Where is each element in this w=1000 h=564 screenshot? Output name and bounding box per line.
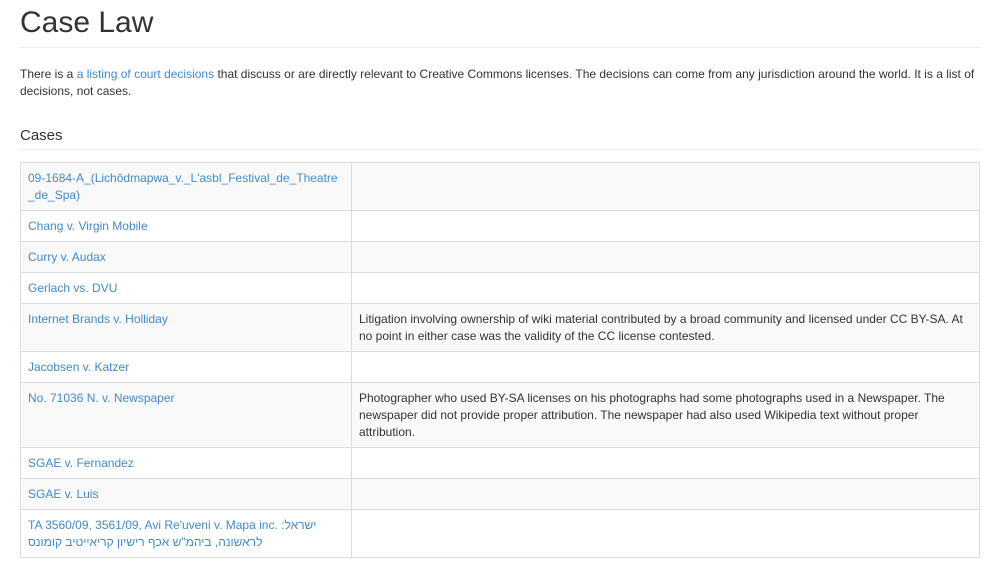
- case-name-cell: No. 71036 N. v. Newspaper: [20, 382, 352, 448]
- case-description-cell: [351, 241, 980, 273]
- table-row: TA 3560/09, 3561/09, Avi Re'uveni v. Map…: [20, 509, 980, 558]
- case-name-cell: TA 3560/09, 3561/09, Avi Re'uveni v. Map…: [20, 509, 352, 558]
- case-name-cell: 09-1684-A_(Lichôdmapwa_v._L'asbl_Festiva…: [20, 162, 352, 211]
- case-name-cell: Internet Brands v. Holliday: [20, 303, 352, 352]
- case-link[interactable]: 09-1684-A_(Lichôdmapwa_v._L'asbl_Festiva…: [28, 171, 338, 202]
- case-link[interactable]: SGAE v. Luis: [28, 487, 98, 501]
- case-link[interactable]: Curry v. Audax: [28, 250, 106, 264]
- case-description-cell: [351, 210, 980, 242]
- case-link[interactable]: Internet Brands v. Holliday: [28, 312, 168, 326]
- intro-text-before: There is a: [20, 67, 77, 81]
- table-row: Internet Brands v. Holliday Litigation i…: [20, 303, 980, 352]
- case-description-cell: Litigation involving ownership of wiki m…: [351, 303, 980, 352]
- case-description-cell: [351, 447, 980, 479]
- table-row: SGAE v. Fernandez: [20, 447, 980, 479]
- table-row: Curry v. Audax: [20, 241, 980, 273]
- table-row: SGAE v. Luis: [20, 478, 980, 510]
- case-description-cell: [351, 509, 980, 558]
- table-row: 09-1684-A_(Lichôdmapwa_v._L'asbl_Festiva…: [20, 162, 980, 211]
- case-link[interactable]: SGAE v. Fernandez: [28, 456, 134, 470]
- case-name-cell: Curry v. Audax: [20, 241, 352, 273]
- case-link[interactable]: Gerlach vs. DVU: [28, 281, 117, 295]
- court-decisions-link[interactable]: a listing of court decisions: [77, 67, 214, 81]
- case-description-cell: [351, 162, 980, 211]
- table-row: Chang v. Virgin Mobile: [20, 210, 980, 242]
- table-row: Gerlach vs. DVU: [20, 272, 980, 304]
- case-name-cell: Chang v. Virgin Mobile: [20, 210, 352, 242]
- case-link[interactable]: Jacobsen v. Katzer: [28, 360, 129, 374]
- case-name-cell: SGAE v. Luis: [20, 478, 352, 510]
- case-description-cell: Photographer who used BY-SA licenses on …: [351, 382, 980, 448]
- page: Case Law There is a a listing of court d…: [0, 0, 1000, 564]
- table-row: Jacobsen v. Katzer: [20, 351, 980, 383]
- case-link[interactable]: No. 71036 N. v. Newspaper: [28, 391, 175, 405]
- case-link[interactable]: Chang v. Virgin Mobile: [28, 219, 148, 233]
- case-link[interactable]: TA 3560/09, 3561/09, Avi Re'uveni v. Map…: [28, 518, 316, 549]
- case-name-cell: Jacobsen v. Katzer: [20, 351, 352, 383]
- case-description-cell: [351, 478, 980, 510]
- case-description-cell: [351, 272, 980, 304]
- case-name-cell: Gerlach vs. DVU: [20, 272, 352, 304]
- case-name-cell: SGAE v. Fernandez: [20, 447, 352, 479]
- page-title: Case Law: [20, 0, 980, 48]
- intro-paragraph: There is a a listing of court decisions …: [20, 66, 980, 100]
- cases-heading: Cases: [20, 126, 980, 150]
- case-description-cell: [351, 351, 980, 383]
- table-row: No. 71036 N. v. Newspaper Photographer w…: [20, 382, 980, 448]
- cases-table: 09-1684-A_(Lichôdmapwa_v._L'asbl_Festiva…: [20, 162, 980, 558]
